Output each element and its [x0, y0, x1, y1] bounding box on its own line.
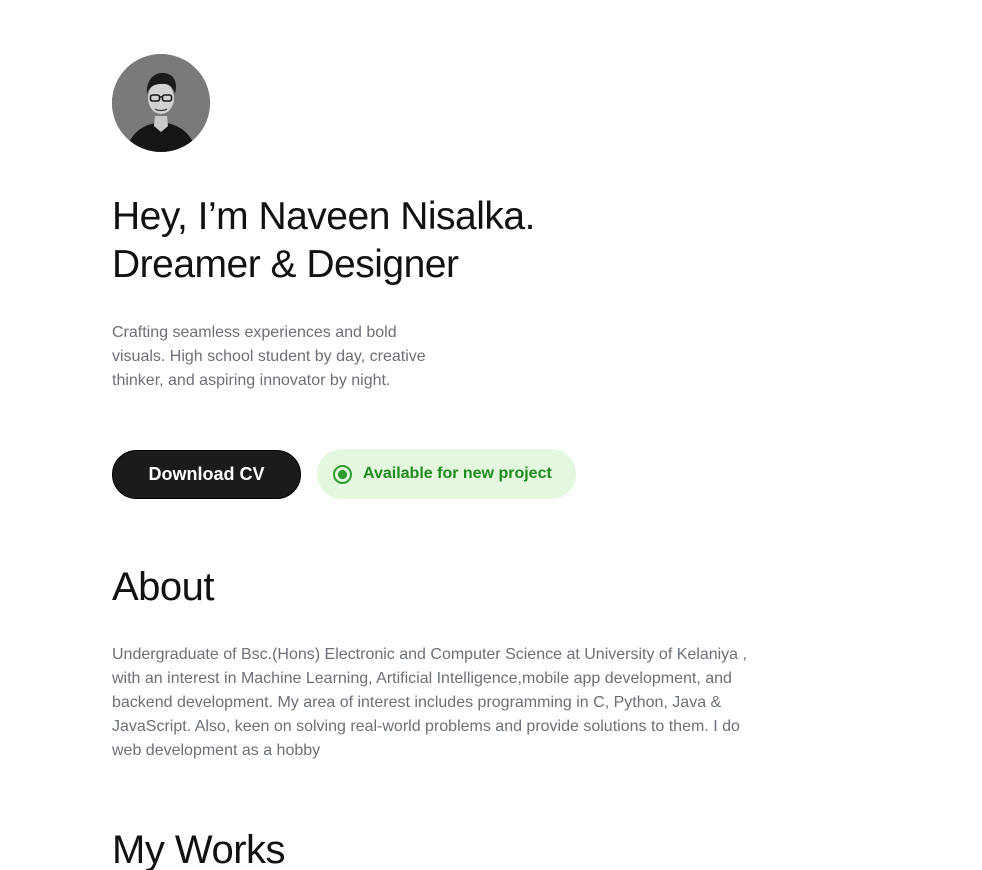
hero-description: Crafting seamless experiences and bold v…	[112, 324, 426, 389]
avatar	[112, 54, 210, 152]
hero-title-line2: Dreamer & Designer	[112, 243, 459, 286]
portfolio-page: Hey, I’m Naveen Nisalka. Dreamer & Desig…	[0, 0, 982, 870]
download-cv-button[interactable]: Download CV	[112, 449, 301, 499]
availability-label: Available for new project	[363, 465, 552, 482]
profile-photo-icon	[112, 54, 210, 152]
hero-title-line1: Hey, I’m Naveen Nisalka.	[112, 195, 535, 238]
about-heading: About	[112, 565, 215, 609]
hero-actions: Download CV Available for new project	[112, 449, 576, 499]
hero-title: Hey, I’m Naveen Nisalka. Dreamer & Desig…	[112, 193, 535, 289]
radio-dot-icon	[333, 464, 352, 484]
availability-badge: Available for new project	[317, 449, 576, 499]
about-text: Undergraduate of Bsc.(Hons) Electronic a…	[112, 646, 747, 759]
my-works-heading: My Works	[112, 828, 286, 870]
